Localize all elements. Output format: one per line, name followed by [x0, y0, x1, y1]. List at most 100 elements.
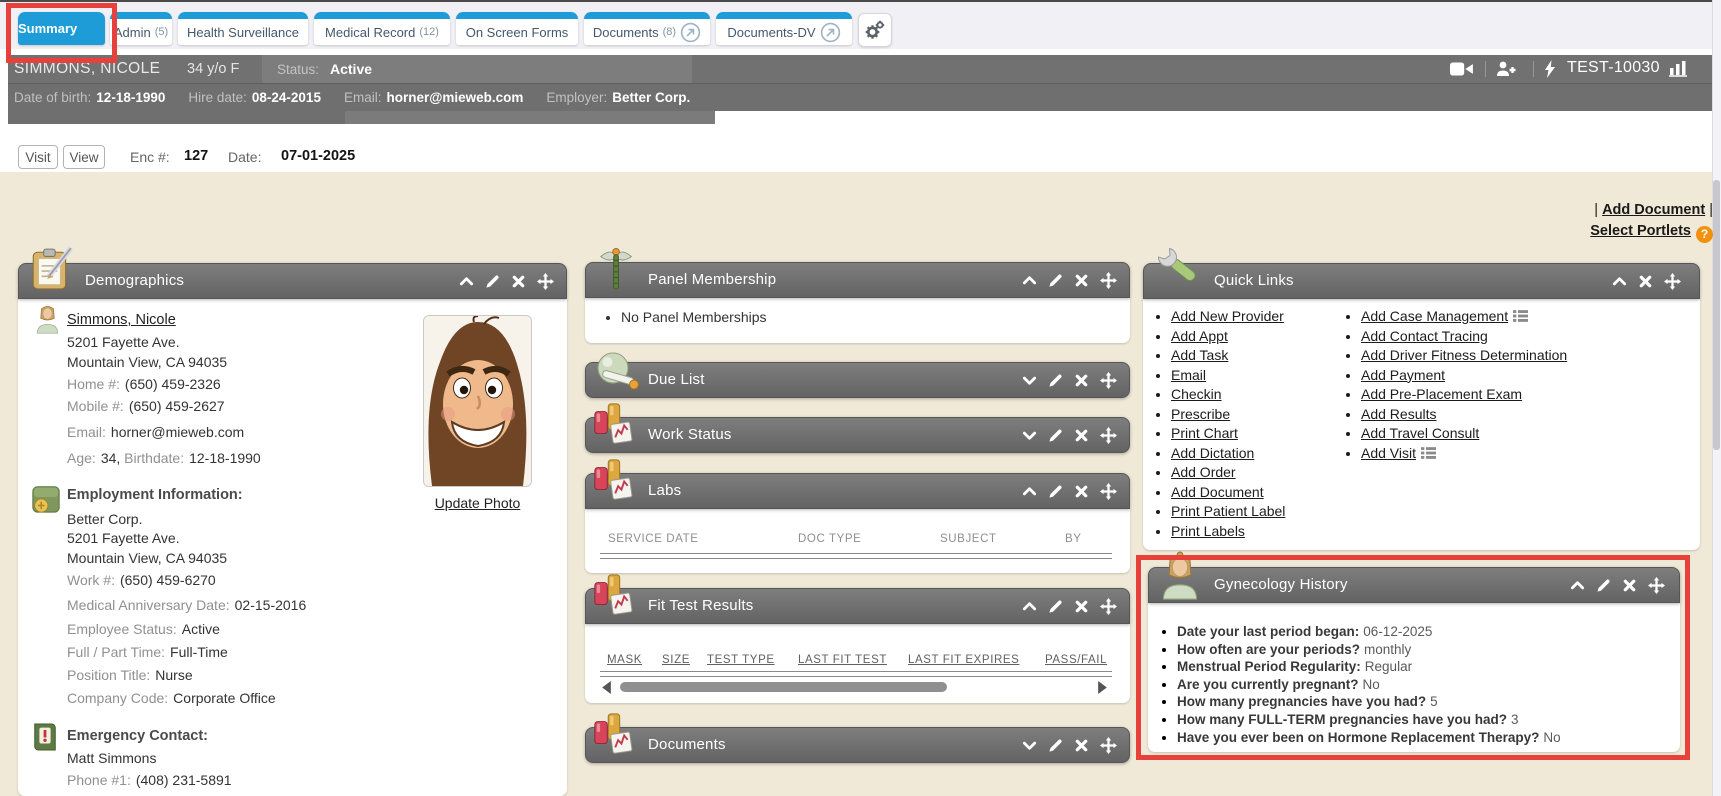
expand-icon[interactable]: [1022, 373, 1037, 388]
close-icon[interactable]: [1074, 428, 1089, 443]
close-icon[interactable]: [511, 274, 526, 289]
add-case-management-link[interactable]: Add Case Management: [1361, 308, 1508, 324]
edit-icon[interactable]: [1048, 484, 1063, 499]
edit-icon[interactable]: [1048, 738, 1063, 753]
add-order-link[interactable]: Add Order: [1171, 464, 1236, 480]
edit-icon[interactable]: [1048, 599, 1063, 614]
position-line: Position Title:Nurse: [67, 667, 193, 683]
collapse-icon[interactable]: [1570, 578, 1585, 593]
close-icon[interactable]: [1622, 578, 1637, 593]
edit-icon[interactable]: [1048, 373, 1063, 388]
video-camera-icon[interactable]: [1450, 60, 1474, 78]
help-icon[interactable]: ?: [1696, 226, 1713, 243]
print-patient-label-link[interactable]: Print Patient Label: [1171, 503, 1285, 519]
add-dictation-link[interactable]: Add Dictation: [1171, 445, 1254, 461]
move-icon[interactable]: [1100, 427, 1117, 444]
collapse-icon[interactable]: [1612, 274, 1627, 289]
quick-link: Add Appt: [1171, 327, 1285, 347]
expand-icon[interactable]: [1022, 738, 1037, 753]
tab-health-surveillance[interactable]: Health Surveillance: [178, 12, 308, 45]
close-icon[interactable]: [1074, 738, 1089, 753]
quick-links-title: Quick Links: [1214, 272, 1294, 289]
scroll-right-icon[interactable]: [1098, 681, 1107, 694]
tab-medical-record[interactable]: Medical Record(12): [314, 12, 450, 45]
expand-icon[interactable]: [1022, 428, 1037, 443]
add-travel-consult-link[interactable]: Add Travel Consult: [1361, 425, 1479, 441]
gyn-item: Menstrual Period Regularity:Regular: [1177, 658, 1561, 676]
move-icon[interactable]: [1100, 272, 1117, 289]
close-icon[interactable]: [1074, 273, 1089, 288]
add-document-link[interactable]: Add Document: [1602, 202, 1705, 218]
tab-on-screen-forms[interactable]: On Screen Forms: [456, 12, 578, 45]
close-icon[interactable]: [1638, 274, 1653, 289]
close-icon[interactable]: [1074, 599, 1089, 614]
patient-details-row: Date of birth: 12-18-1990 Hire date: 08-…: [8, 83, 1712, 111]
select-portlets-link[interactable]: Select Portlets: [1590, 223, 1691, 239]
mobile-phone-line: Mobile #:(650) 459-2627: [67, 398, 225, 414]
date-value: 07-01-2025: [281, 148, 355, 164]
collapse-icon[interactable]: [1022, 599, 1037, 614]
email-link[interactable]: Email: [1171, 367, 1206, 383]
fit-col-last-fit-expires[interactable]: LAST FIT EXPIRES: [908, 654, 1019, 666]
patient-name-link[interactable]: Simmons, Nicole: [67, 312, 176, 328]
add-task-link[interactable]: Add Task: [1171, 347, 1228, 363]
add-pre-placement-exam-link[interactable]: Add Pre-Placement Exam: [1361, 386, 1522, 402]
collapse-icon[interactable]: [1022, 484, 1037, 499]
move-icon[interactable]: [1100, 737, 1117, 754]
fit-col-last-fit-test[interactable]: LAST FIT TEST: [798, 654, 887, 666]
move-icon[interactable]: [1648, 577, 1665, 594]
add-document-link[interactable]: Add Document: [1171, 484, 1264, 500]
add-appt-link[interactable]: Add Appt: [1171, 328, 1228, 344]
close-icon[interactable]: [1074, 373, 1089, 388]
emergency-title: Emergency Contact:: [67, 728, 208, 744]
address-line: 5201 Fayette Ave.: [67, 334, 180, 350]
page-scrollbar-thumb[interactable]: [1713, 180, 1720, 450]
scroll-left-icon[interactable]: [602, 681, 611, 694]
update-photo-link[interactable]: Update Photo: [423, 495, 532, 511]
edit-icon[interactable]: [485, 274, 500, 289]
fit-col-mask[interactable]: MASK: [607, 654, 642, 666]
tab-documents-dv[interactable]: Documents-DV: [716, 12, 852, 45]
edit-icon[interactable]: [1596, 578, 1611, 593]
popout-icon[interactable]: [680, 22, 701, 43]
emergency-phone-label: Phone #1:: [67, 772, 131, 788]
add-payment-link[interactable]: Add Payment: [1361, 367, 1445, 383]
lightning-icon[interactable]: [1543, 60, 1557, 78]
clipboard-icon: [28, 246, 74, 292]
add-driver-fitness-link[interactable]: Add Driver Fitness Determination: [1361, 347, 1567, 363]
flowsheet-link[interactable]: [1666, 59, 1692, 85]
fit-col-test-type[interactable]: TEST TYPE: [707, 654, 775, 666]
move-icon[interactable]: [1100, 372, 1117, 389]
prescribe-link[interactable]: Prescribe: [1171, 406, 1230, 422]
fit-col-pass-fail[interactable]: PASS/FAIL: [1045, 654, 1107, 666]
print-labels-link[interactable]: Print Labels: [1171, 523, 1245, 539]
horizontal-scrollbar-thumb[interactable]: [620, 682, 947, 692]
add-results-link[interactable]: Add Results: [1361, 406, 1436, 422]
move-icon[interactable]: [1100, 483, 1117, 500]
edit-icon[interactable]: [1048, 428, 1063, 443]
visit-button[interactable]: Visit: [18, 145, 58, 169]
edit-icon[interactable]: [1048, 273, 1063, 288]
add-new-provider-link[interactable]: Add New Provider: [1171, 308, 1284, 324]
employer-line: Better Corp.: [67, 511, 142, 527]
tab-settings-button[interactable]: [858, 13, 892, 47]
tab-admin[interactable]: Admin(5): [110, 12, 172, 45]
work-phone-label: Work #:: [67, 572, 115, 588]
popout-icon[interactable]: [820, 22, 841, 43]
add-visit-link[interactable]: Add Visit: [1361, 445, 1416, 461]
tab-summary[interactable]: Summary: [18, 12, 105, 45]
view-button[interactable]: View: [63, 145, 105, 169]
collapse-icon[interactable]: [459, 274, 474, 289]
fit-col-size[interactable]: SIZE: [662, 654, 690, 666]
add-person-icon[interactable]: [1494, 60, 1518, 78]
move-icon[interactable]: [537, 273, 554, 290]
move-icon[interactable]: [1664, 273, 1681, 290]
print-chart-link[interactable]: Print Chart: [1171, 425, 1238, 441]
move-icon[interactable]: [1100, 598, 1117, 615]
add-contact-tracing-link[interactable]: Add Contact Tracing: [1361, 328, 1488, 344]
checkin-link[interactable]: Checkin: [1171, 386, 1222, 402]
collapse-icon[interactable]: [1022, 273, 1037, 288]
close-icon[interactable]: [1074, 484, 1089, 499]
tab-documents[interactable]: Documents(8): [584, 12, 710, 45]
quick-link: Add Case Management: [1361, 307, 1567, 327]
